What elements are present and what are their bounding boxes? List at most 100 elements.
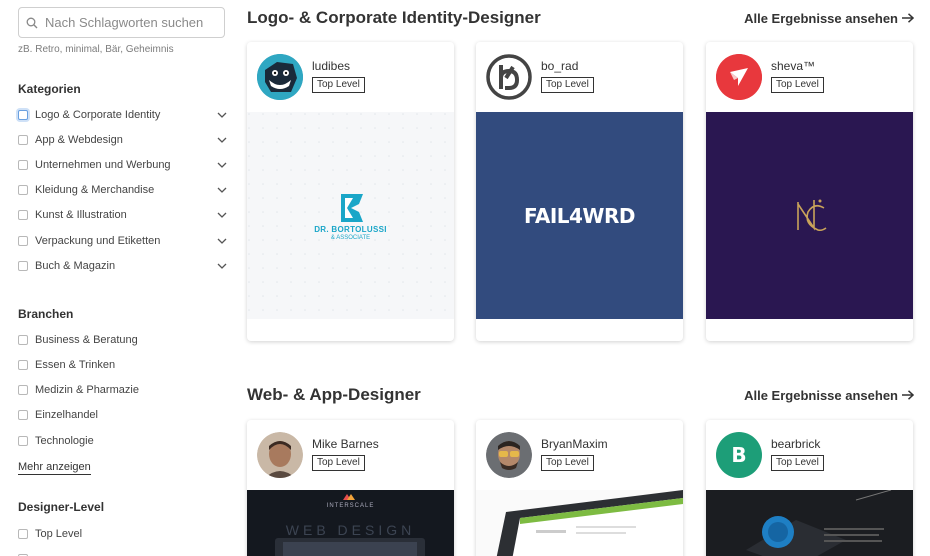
kategorien-heading: Kategorien	[18, 82, 81, 96]
designer-name[interactable]: ludibes	[312, 59, 350, 73]
chevron-down-icon[interactable]	[216, 235, 228, 247]
checkbox[interactable]	[18, 410, 28, 420]
portfolio-image[interactable]: FAIL4WRD	[476, 112, 683, 319]
search-input[interactable]	[45, 15, 220, 30]
branche-label: Technologie	[35, 435, 94, 447]
avatar[interactable]	[716, 54, 762, 100]
chevron-down-icon[interactable]	[216, 260, 228, 272]
section-title: Logo- & Corporate Identity-Designer	[247, 8, 541, 27]
see-all-link[interactable]: Alle Ergebnisse ansehen	[744, 388, 914, 403]
branche-label: Einzelhandel	[35, 409, 98, 421]
branche-item-medizin[interactable]: Medizin & Pharmazie	[18, 381, 228, 399]
portfolio-image[interactable]	[706, 112, 913, 319]
search-hint: zB. Retro, minimal, Bär, Geheimnis	[18, 44, 174, 55]
chevron-down-icon[interactable]	[216, 184, 228, 196]
checkbox[interactable]	[18, 385, 28, 395]
branchen-heading: Branchen	[18, 307, 74, 321]
card-footer	[706, 319, 913, 341]
level-badge: Top Level	[312, 77, 365, 93]
chevron-down-icon[interactable]	[216, 109, 228, 121]
level-badge: Top Level	[541, 455, 594, 471]
category-item-kleidung[interactable]: Kleidung & Merchandise	[18, 181, 228, 199]
portfolio-image[interactable]: INTERSCALE WEB DESIGN	[247, 490, 454, 556]
chevron-down-icon[interactable]	[216, 159, 228, 171]
checkbox[interactable]	[18, 436, 28, 446]
see-all-label: Alle Ergebnisse ansehen	[744, 10, 898, 26]
card-footer	[247, 319, 454, 341]
level-badge: Top Level	[771, 455, 824, 471]
branche-item-essen[interactable]: Essen & Trinken	[18, 356, 228, 374]
level-item-mid[interactable]	[18, 550, 228, 556]
checkbox[interactable]	[18, 360, 28, 370]
branche-label: Business & Beratung	[35, 334, 138, 346]
show-more-link[interactable]: Mehr anzeigen	[18, 461, 91, 475]
section-header-web: Web- & App-Designer Alle Ergebnisse anse…	[247, 383, 914, 407]
level-badge: Top Level	[541, 77, 594, 93]
avatar[interactable]	[486, 432, 532, 478]
designer-level-heading: Designer-Level	[18, 500, 105, 514]
card-footer	[476, 319, 683, 341]
card-header: bo_rad Top Level	[476, 42, 683, 112]
search-box[interactable]	[18, 7, 225, 38]
avatar[interactable]: B	[716, 432, 762, 478]
category-item-kunst[interactable]: Kunst & Illustration	[18, 206, 228, 224]
checkbox[interactable]	[18, 160, 28, 170]
portfolio-brand-text: INTERSCALE	[326, 503, 375, 509]
filter-sidebar: zB. Retro, minimal, Bär, Geheimnis Kateg…	[0, 0, 240, 556]
category-item-logo[interactable]: Logo & Corporate Identity	[18, 106, 228, 124]
level-label: Top Level	[35, 528, 83, 540]
avatar[interactable]	[257, 54, 303, 100]
designer-card-ludibes[interactable]: ludibes Top Level DR. BORTOLUSSI & ASSOC…	[247, 42, 454, 341]
chevron-down-icon[interactable]	[216, 209, 228, 221]
category-item-app[interactable]: App & Webdesign	[18, 131, 228, 149]
designer-name[interactable]: bearbrick	[771, 437, 820, 451]
branche-item-einzelhandel[interactable]: Einzelhandel	[18, 406, 228, 424]
card-header: ludibes Top Level	[247, 42, 454, 112]
card-header: sheva™ Top Level	[706, 42, 913, 112]
category-item-buch[interactable]: Buch & Magazin	[18, 257, 228, 275]
level-item-top[interactable]: Top Level	[18, 525, 228, 543]
checkbox[interactable]	[18, 135, 28, 145]
logo-text: DR. BORTOLUSSI	[314, 225, 387, 234]
portfolio-image[interactable]	[706, 490, 913, 556]
avatar[interactable]	[486, 54, 532, 100]
card-header: Mike Barnes Top Level	[247, 420, 454, 490]
portfolio-image[interactable]: DR. BORTOLUSSI & ASSOCIATE	[247, 112, 454, 319]
designer-card-bo-rad[interactable]: bo_rad Top Level FAIL4WRD	[476, 42, 683, 341]
category-item-unternehmen[interactable]: Unternehmen und Werbung	[18, 156, 228, 174]
designer-card-bryanmaxim[interactable]: BryanMaxim Top Level	[476, 420, 683, 556]
card-header: B bearbrick Top Level	[706, 420, 913, 490]
checkbox[interactable]	[18, 529, 28, 539]
branche-label: Medizin & Pharmazie	[35, 384, 139, 396]
chevron-down-icon[interactable]	[216, 134, 228, 146]
checkbox[interactable]	[18, 261, 28, 271]
branche-item-technologie[interactable]: Technologie	[18, 432, 228, 450]
designer-card-mike-barnes[interactable]: Mike Barnes Top Level INTERSCALE WEB DES…	[247, 420, 454, 556]
arrow-right-icon	[902, 390, 914, 400]
checkbox[interactable]	[18, 236, 28, 246]
designer-name[interactable]: Mike Barnes	[312, 437, 379, 451]
see-all-link[interactable]: Alle Ergebnisse ansehen	[744, 11, 914, 26]
checkbox[interactable]	[18, 110, 28, 120]
logo-subtext: & ASSOCIATE	[330, 235, 371, 241]
checkbox[interactable]	[18, 210, 28, 220]
search-icon	[19, 17, 45, 29]
branche-item-business[interactable]: Business & Beratung	[18, 331, 228, 349]
designer-card-sheva[interactable]: sheva™ Top Level	[706, 42, 913, 341]
see-all-label: Alle Ergebnisse ansehen	[744, 387, 898, 403]
category-item-verpackung[interactable]: Verpackung und Etiketten	[18, 232, 228, 250]
designer-card-bearbrick[interactable]: B bearbrick Top Level	[706, 420, 913, 556]
portfolio-image[interactable]	[476, 490, 683, 556]
checkbox[interactable]	[18, 185, 28, 195]
card-header: BryanMaxim Top Level	[476, 420, 683, 490]
designer-name[interactable]: bo_rad	[541, 59, 578, 73]
designer-name[interactable]: BryanMaxim	[541, 437, 608, 451]
portfolio-headline-text: WEB DESIGN	[285, 522, 416, 538]
designer-name[interactable]: sheva™	[771, 59, 815, 73]
category-label: Unternehmen und Werbung	[35, 159, 171, 171]
category-label: Verpackung und Etiketten	[35, 235, 161, 247]
avatar[interactable]	[257, 432, 303, 478]
section-header-logo: Logo- & Corporate Identity-Designer Alle…	[247, 6, 914, 30]
checkbox[interactable]	[18, 335, 28, 345]
category-label: Logo & Corporate Identity	[35, 109, 161, 121]
